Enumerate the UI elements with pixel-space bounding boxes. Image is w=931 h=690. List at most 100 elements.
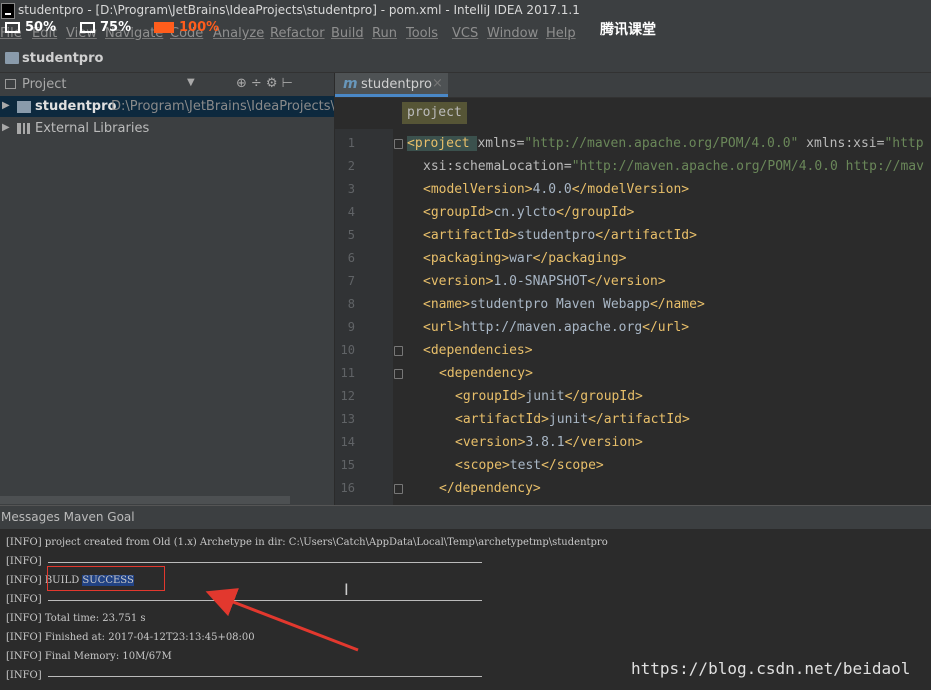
line-number: 1 [347,136,355,150]
hide-panel-icon[interactable]: ⊢ [281,76,296,91]
code-line: <artifactId>studentpro</artifactId> [423,224,697,247]
menu-build[interactable]: Build [331,26,364,41]
screen-icon [5,21,20,33]
log-separator [48,562,482,563]
code-token: "http://maven.apache.org/POM/4.0.0 http:… [571,159,924,174]
code-line: <artifactId>junit</artifactId> [455,408,690,431]
expand-arrow-icon[interactable]: ▶ [2,100,10,111]
code-token: test [509,458,542,473]
folder-icon [5,52,19,64]
log-line: [INFO] Final Memory: 10M/67M [6,647,172,666]
project-view-selector[interactable]: Project [22,77,66,92]
screen-icon [154,21,174,33]
title-bar: studentpro - [D:\Program\JetBrains\IdeaP… [0,0,931,22]
fold-marker-icon[interactable] [394,346,403,356]
tab-label: studentpro [361,77,432,92]
tree-item-label: External Libraries [35,121,150,136]
breadcrumb-item[interactable]: project [402,102,467,124]
zoom-75-button[interactable]: 75% [80,19,131,35]
window-title: studentpro - [D:\Program\JetBrains\IdeaP… [18,3,580,17]
brand-watermark: 腾讯课堂 [600,22,656,38]
code-token: </version> [587,274,666,289]
log-prefix: [INFO] [6,556,42,567]
project-panel-header: Project ▼ ⊕÷⚙⊢ [0,73,334,97]
code-token: <packaging> [423,251,510,266]
fold-marker-icon[interactable] [394,369,403,379]
code-token: </url> [642,320,690,335]
line-number: 15 [340,458,355,472]
menu-help[interactable]: Help [546,26,576,41]
horizontal-scrollbar[interactable] [0,496,290,504]
library-icon [17,123,30,134]
code-token: 1.0-SNAPSHOT [493,274,588,289]
line-number: 13 [340,412,355,426]
chevron-down-icon[interactable]: ▼ [187,77,195,88]
log-prefix: [INFO] [6,613,45,624]
close-icon[interactable]: × [432,76,443,91]
tree-item-studentpro[interactable]: ▶ studentpro D:\Program\JetBrains\IdeaPr… [0,96,355,117]
code-token: </packaging> [532,251,627,266]
expand-arrow-icon[interactable]: ▶ [2,122,10,133]
code-line: <name>studentpro Maven Webapp</name> [423,293,705,316]
code-token: <artifactId> [423,228,517,243]
code-line: xsi:schemaLocation="http://maven.apache.… [423,155,924,178]
code-line: <packaging>war</packaging> [423,247,627,270]
code-token: <groupId> [455,389,526,404]
scroll-from-source-icon[interactable]: ⊕ [236,76,251,91]
code-line: <dependency> [439,362,533,385]
tab-pom[interactable]: m studentpro × [335,73,448,97]
zoom-100-button[interactable]: 100% [154,19,219,35]
line-number: 5 [347,228,355,242]
code-line: <project xmlns="http://maven.apache.org/… [407,132,924,155]
code-token: studentpro [516,228,596,243]
zoom-50-button[interactable]: 50% [5,19,56,35]
code-line: </dependency> [439,477,541,500]
code-token: junit [525,389,565,404]
screen-icon [80,21,95,33]
log-line: [INFO] [6,590,42,609]
line-number: 10 [340,343,355,357]
menu-run[interactable]: Run [372,26,397,41]
menu-analyze[interactable]: Analyze [213,26,264,41]
line-number: 11 [340,366,355,380]
line-number: 8 [347,297,355,311]
messages-title: Messages Maven Goal [1,510,135,524]
log-line: [INFO] Total time: 23.751 s [6,609,146,628]
gear-icon[interactable]: ⚙ [266,76,282,91]
zoom-100-label: 100% [179,19,220,35]
fold-marker-icon[interactable] [394,484,403,494]
code-token: <dependencies> [423,343,533,358]
csdn-watermark: https://blog.csdn.net/beidaol [631,659,911,678]
code-area[interactable]: <project xmlns="http://maven.apache.org/… [405,129,931,505]
zoom-75-label: 75% [100,19,132,35]
code-token: junit [548,412,589,427]
collapse-all-icon[interactable]: ÷ [251,76,266,91]
line-number: 6 [347,251,355,265]
intellij-icon [1,3,15,19]
line-number: 4 [347,205,355,219]
text-cursor-icon: I [344,580,349,599]
code-token: xsi:schemaLocation= [423,159,572,174]
log-prefix: [INFO] [6,670,42,681]
log-separator [48,676,482,677]
log-prefix: [INFO] [6,537,45,548]
line-number: 7 [347,274,355,288]
menu-window[interactable]: Window [487,26,538,41]
code-line: <url>http://maven.apache.org</url> [423,316,689,339]
log-line: [INFO] [6,552,42,571]
code-token: war [509,251,533,266]
code-token: </name> [649,297,705,312]
tree-item-external-libraries[interactable]: ▶ External Libraries [0,118,334,139]
code-token: <url> [423,320,463,335]
menu-refactor[interactable]: Refactor [270,26,325,41]
navigation-bar: studentpro [0,46,931,73]
messages-header: Messages Maven Goal [0,505,931,529]
project-panel: Project ▼ ⊕÷⚙⊢ ▶ studentpro D:\Program\J… [0,73,355,505]
line-number: 12 [340,389,355,403]
fold-marker-icon[interactable] [394,139,403,149]
menu-tools[interactable]: Tools [406,26,438,41]
menu-vcs[interactable]: VCS [452,26,478,41]
code-line: <dependencies> [423,339,533,362]
code-token: </version> [564,435,643,450]
nav-project-name[interactable]: studentpro [22,51,103,66]
